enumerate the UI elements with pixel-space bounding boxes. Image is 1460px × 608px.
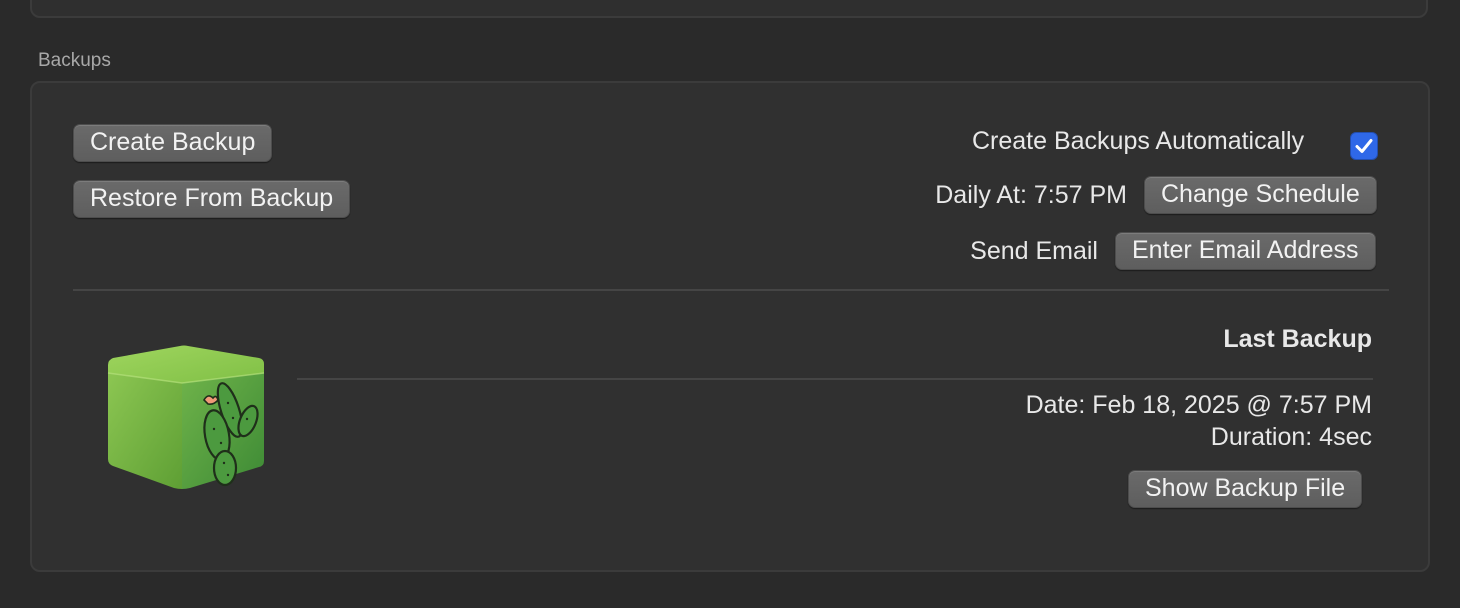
schedule-label: Daily At: 7:57 PM (935, 181, 1127, 209)
last-backup-title: Last Backup (1223, 325, 1372, 353)
change-schedule-button[interactable]: Change Schedule (1144, 176, 1377, 214)
enter-email-address-button[interactable]: Enter Email Address (1115, 232, 1376, 270)
auto-backup-label: Create Backups Automatically (972, 127, 1305, 155)
previous-section-panel (30, 0, 1428, 18)
create-backup-button[interactable]: Create Backup (73, 124, 273, 162)
send-email-label: Send Email (970, 237, 1098, 265)
backups-panel: Create Backup Restore From Backup Create… (30, 81, 1430, 572)
last-backup-divider (297, 378, 1373, 380)
last-backup-date: Date: Feb 18, 2025 @ 7:57 PM (1025, 391, 1372, 419)
show-backup-file-button[interactable]: Show Backup File (1128, 470, 1363, 508)
auto-backup-checkbox[interactable] (1350, 132, 1378, 160)
checkmark-icon (1355, 139, 1373, 153)
section-divider (73, 289, 1389, 291)
restore-from-backup-button[interactable]: Restore From Backup (73, 180, 351, 218)
last-backup-duration: Duration: 4sec (1210, 423, 1372, 451)
cactus-cube-icon (104, 345, 268, 491)
section-title: Backups (38, 50, 111, 71)
